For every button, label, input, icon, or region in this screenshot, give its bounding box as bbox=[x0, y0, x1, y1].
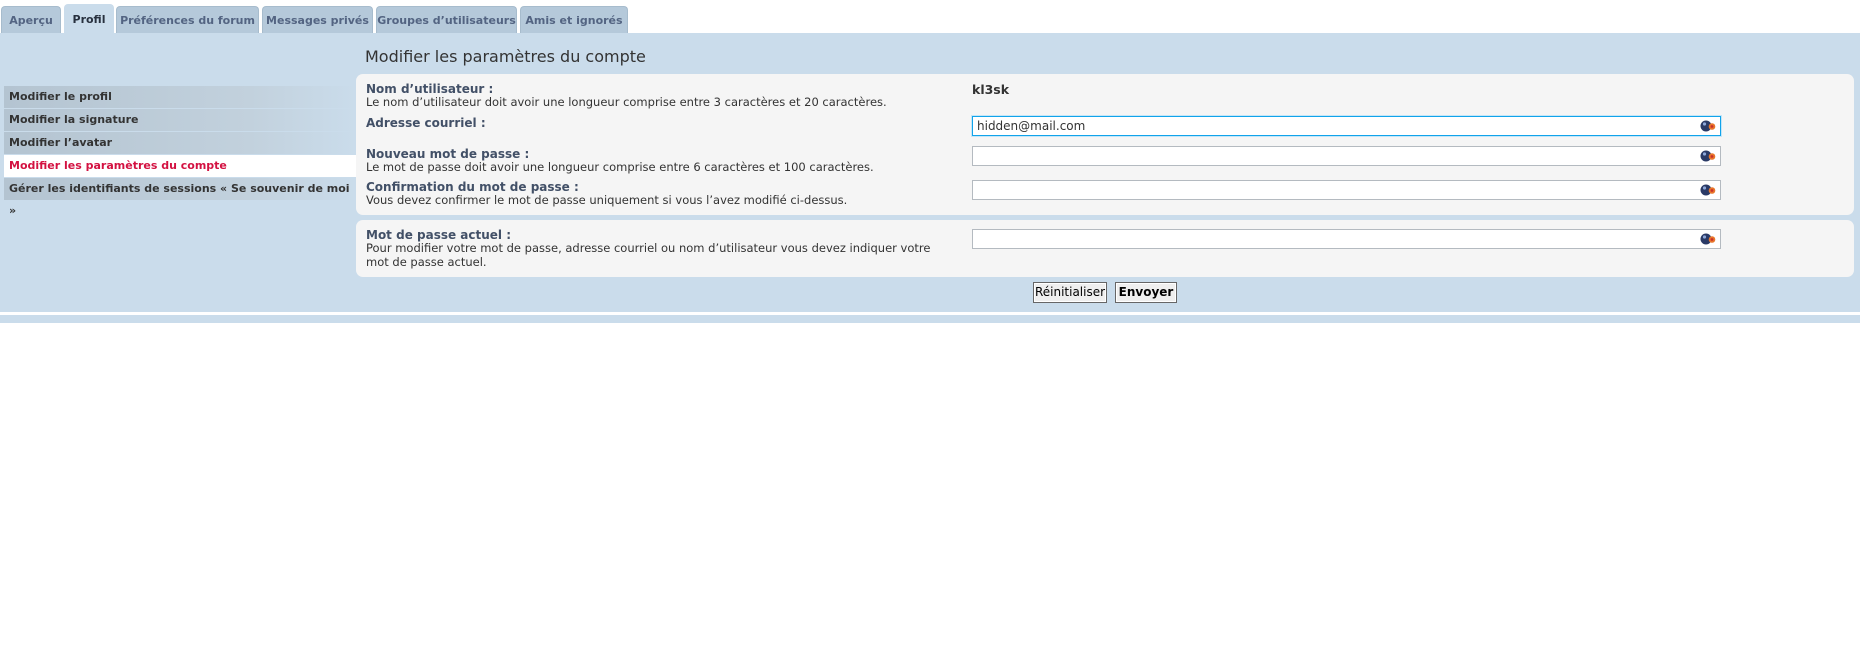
username-value: kl3sk bbox=[972, 82, 1010, 97]
new-password-explain: Le mot de passe doit avoir une longueur … bbox=[366, 160, 874, 174]
current-password-block: Mot de passe actuel : Pour modifier votr… bbox=[356, 220, 1854, 277]
email-input[interactable]: hidden@mail.com bbox=[972, 116, 1721, 136]
email-label: Adresse courriel : bbox=[366, 116, 486, 130]
tab-overview[interactable]: Aperçu bbox=[1, 6, 61, 33]
password-manager-icon[interactable] bbox=[1700, 119, 1716, 133]
current-password-input[interactable] bbox=[972, 229, 1721, 249]
reset-button[interactable]: Réinitialiser bbox=[1033, 282, 1107, 303]
menu-item-edit-profile[interactable]: Modifier le profil bbox=[4, 86, 356, 108]
username-explain: Le nom d’utilisateur doit avoir une long… bbox=[366, 95, 887, 109]
panel-bottom-divider bbox=[0, 315, 1860, 323]
tab-forum-preferences[interactable]: Préférences du forum bbox=[116, 6, 259, 33]
password-manager-icon[interactable] bbox=[1700, 183, 1716, 197]
page-title: Modifier les paramètres du compte bbox=[365, 47, 646, 66]
username-label: Nom d’utilisateur : bbox=[366, 82, 494, 96]
confirm-password-input[interactable] bbox=[972, 180, 1721, 200]
confirm-password-label: Confirmation du mot de passe : bbox=[366, 180, 579, 194]
tab-user-groups[interactable]: Groupes d’utilisateurs bbox=[376, 6, 517, 33]
menu-item-edit-avatar[interactable]: Modifier l’avatar bbox=[4, 132, 356, 154]
submit-button[interactable]: Envoyer bbox=[1115, 282, 1177, 303]
tab-private-messages[interactable]: Messages privés bbox=[262, 6, 373, 33]
account-settings-block: Nom d’utilisateur : Le nom d’utilisateur… bbox=[356, 74, 1854, 215]
password-manager-icon[interactable] bbox=[1700, 149, 1716, 163]
menu-item-autologin-keys[interactable]: Gérer les identifiants de sessions « Se … bbox=[4, 178, 356, 217]
email-input-value: hidden@mail.com bbox=[977, 119, 1086, 133]
tab-profile[interactable]: Profil bbox=[64, 4, 114, 35]
menu-item-account-settings[interactable]: Modifier les paramètres du compte bbox=[4, 155, 356, 177]
confirm-password-explain: Vous devez confirmer le mot de passe uni… bbox=[366, 193, 848, 207]
tab-friends-foes[interactable]: Amis et ignorés bbox=[520, 6, 628, 33]
current-password-explain: Pour modifier votre mot de passe, adress… bbox=[366, 241, 931, 269]
new-password-label: Nouveau mot de passe : bbox=[366, 147, 530, 161]
new-password-input[interactable] bbox=[972, 146, 1721, 166]
current-password-label: Mot de passe actuel : bbox=[366, 228, 512, 242]
menu-item-edit-signature[interactable]: Modifier la signature bbox=[4, 109, 356, 131]
password-manager-icon[interactable] bbox=[1700, 232, 1716, 246]
